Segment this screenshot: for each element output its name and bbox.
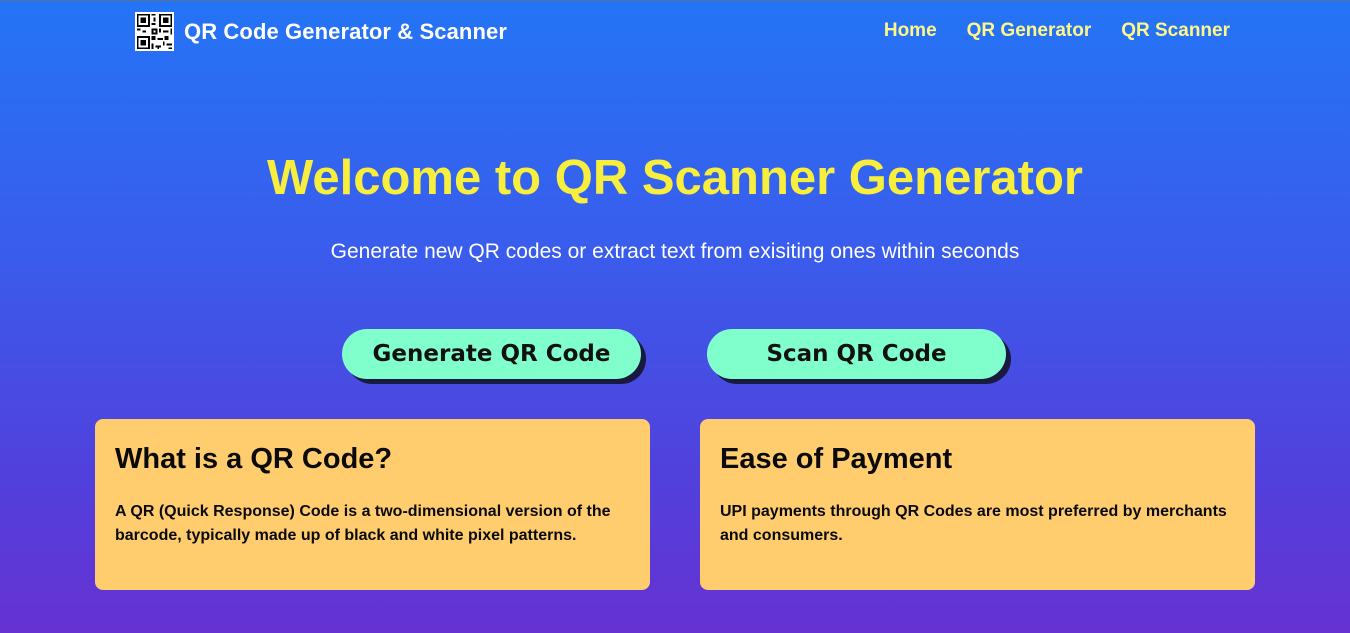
generate-qr-button[interactable]: Generate QR Code: [342, 329, 641, 379]
nav-link-qr-scanner[interactable]: QR Scanner: [1121, 20, 1230, 42]
card-text: A QR (Quick Response) Code is a two-dime…: [115, 503, 611, 544]
nav-links: Home QR Generator QR Scanner: [854, 20, 1230, 42]
brand-title: QR Code Generator & Scanner: [184, 18, 507, 44]
card-title: What is a QR Code?: [115, 443, 393, 475]
info-card-ease-of-payment: Ease of Payment UPI payments through QR …: [700, 419, 1255, 590]
qr-code-icon: [135, 12, 174, 51]
card-title: Ease of Payment: [720, 443, 953, 475]
nav-link-qr-generator[interactable]: QR Generator: [967, 20, 1092, 42]
hero-title: Welcome to QR Scanner Generator: [267, 151, 1083, 205]
nav-link-home[interactable]: Home: [884, 20, 937, 42]
info-card-what-is-qr: What is a QR Code? A QR (Quick Response)…: [95, 419, 650, 590]
scan-qr-button[interactable]: Scan QR Code: [707, 329, 1006, 379]
card-text: UPI payments through QR Codes are most p…: [720, 503, 1227, 544]
brand[interactable]: QR Code Generator & Scanner: [135, 12, 507, 51]
navbar: QR Code Generator & Scanner Home QR Gene…: [0, 0, 1350, 62]
hero-subtitle: Generate new QR codes or extract text fr…: [330, 240, 1020, 263]
